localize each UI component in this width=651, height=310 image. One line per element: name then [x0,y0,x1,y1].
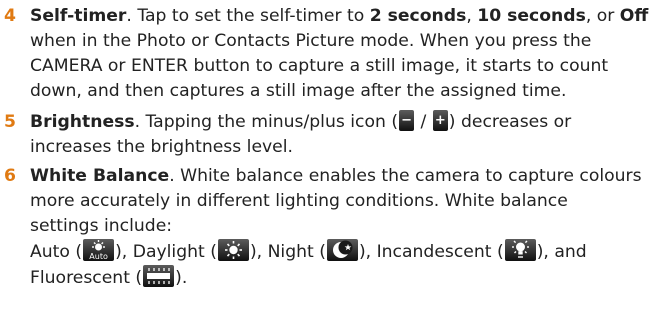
text-line: more accurately in different lighting co… [30,191,568,211]
item-title: Self-timer [30,6,127,26]
item-body: Self-timer. Tap to set the self-timer to… [30,4,649,104]
wb-night-label: Night [267,242,314,262]
daylight-wb-icon [217,239,249,261]
wb-auto-label: Auto [30,242,70,262]
manual-page: 4 Self-timer. Tap to set the self-timer … [0,0,651,310]
item-number: 6 [4,166,16,186]
wb-fluorescent-label: Fluorescent [30,268,130,288]
text-line: White Balance. White balance enables the… [30,166,642,186]
item-title: White Balance [30,166,170,186]
item-number: 4 [4,6,16,26]
text-line: CAMERA or ENTER button to capture a stil… [30,56,609,76]
item-title: Brightness [30,112,135,132]
text-line: Fluorescent (). [30,265,645,291]
wb-daylight-label: Daylight [132,242,205,262]
auto-wb-icon: Auto [83,239,115,261]
list-item-self-timer: 4 Self-timer. Tap to set the self-timer … [4,4,649,104]
item-body: Brightness. Tapping the minus/plus icon … [30,110,645,160]
wb-incandescent-label: Incandescent [376,242,492,262]
list-item-white-balance: 6 White Balance. White balance enables t… [4,164,645,291]
list-item-brightness: 5 Brightness. Tapping the minus/plus ico… [4,110,645,160]
text-line: when in the Photo or Contacts Picture mo… [30,31,592,51]
item-body: White Balance. White balance enables the… [30,164,645,291]
text-line: Auto (Auto), Daylight (), Night (), Inca… [30,239,645,265]
text-line: settings include: [30,216,173,236]
item-number: 5 [4,112,16,132]
text-line: Brightness. Tapping the minus/plus icon … [30,110,572,132]
text-line: down, and then captures a still image af… [30,81,567,101]
minus-icon: − [399,110,415,131]
text-line: Self-timer. Tap to set the self-timer to… [30,6,649,26]
plus-icon: + [432,110,448,131]
incandescent-wb-icon [504,239,536,261]
text-line: increases the brightness level. [30,137,293,157]
fluorescent-wb-icon [143,265,175,287]
night-wb-icon [326,239,358,261]
